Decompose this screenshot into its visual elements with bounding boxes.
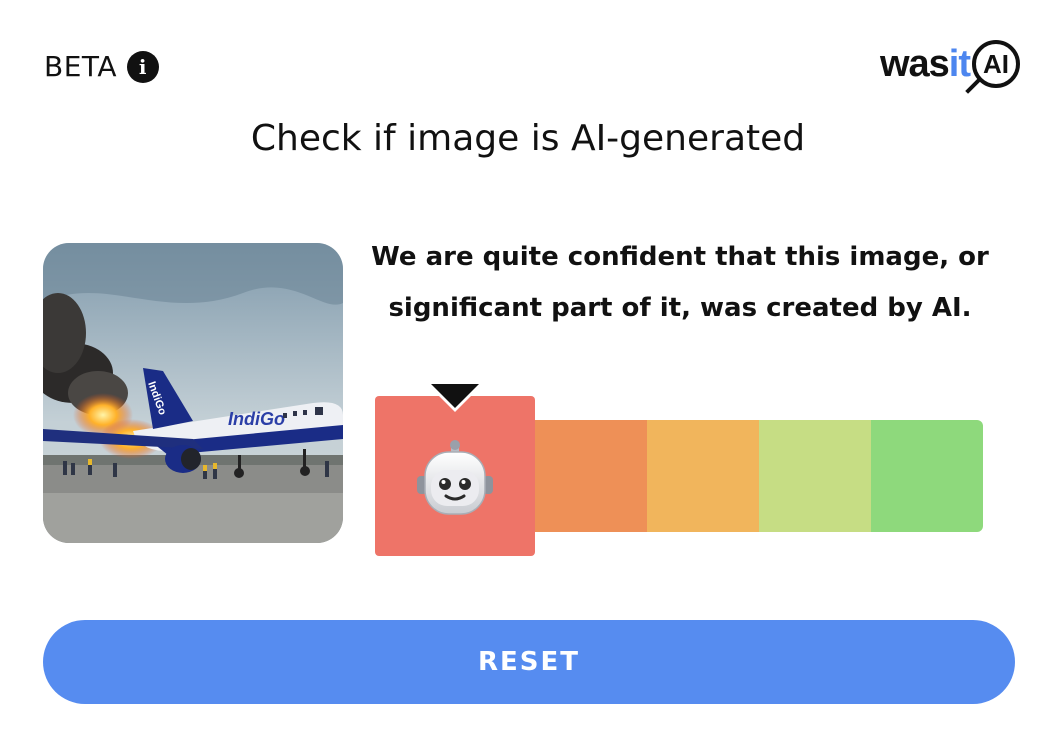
- analyzed-image-thumbnail: IndiGo IndiGo: [43, 243, 343, 543]
- confidence-meter: [375, 378, 983, 556]
- verdict-text: We are quite confident that this image, …: [370, 232, 990, 334]
- meter-level-1-selected: [375, 378, 535, 556]
- airplane-fire-image: IndiGo IndiGo: [43, 243, 343, 543]
- meter-level-4: [759, 420, 871, 532]
- beta-label-group: BETA i: [44, 50, 159, 83]
- robot-face-icon: [417, 440, 493, 515]
- page-title: Check if image is AI-generated: [250, 118, 806, 159]
- svg-text:IndiGo: IndiGo: [228, 409, 285, 429]
- pointer-arrow-icon: [431, 384, 479, 408]
- meter-level-3: [647, 420, 759, 532]
- verdict-line-1: We are quite confident that this image, …: [371, 242, 989, 272]
- info-icon[interactable]: i: [126, 50, 159, 83]
- wasitai-logo: was it AI: [879, 40, 1020, 94]
- meter-level-2: [535, 420, 647, 532]
- logo-magnifier-icon: AI: [965, 40, 1020, 94]
- logo-text-was: was: [879, 42, 950, 85]
- logo-text-ai: AI: [983, 48, 1009, 79]
- beta-label: BETA: [44, 50, 117, 83]
- reset-button[interactable]: RESET: [43, 620, 1015, 704]
- logo-text-it: it: [948, 42, 971, 85]
- verdict-line-2: significant part of it, was created by A…: [388, 293, 972, 323]
- meter-level-5: [871, 420, 983, 532]
